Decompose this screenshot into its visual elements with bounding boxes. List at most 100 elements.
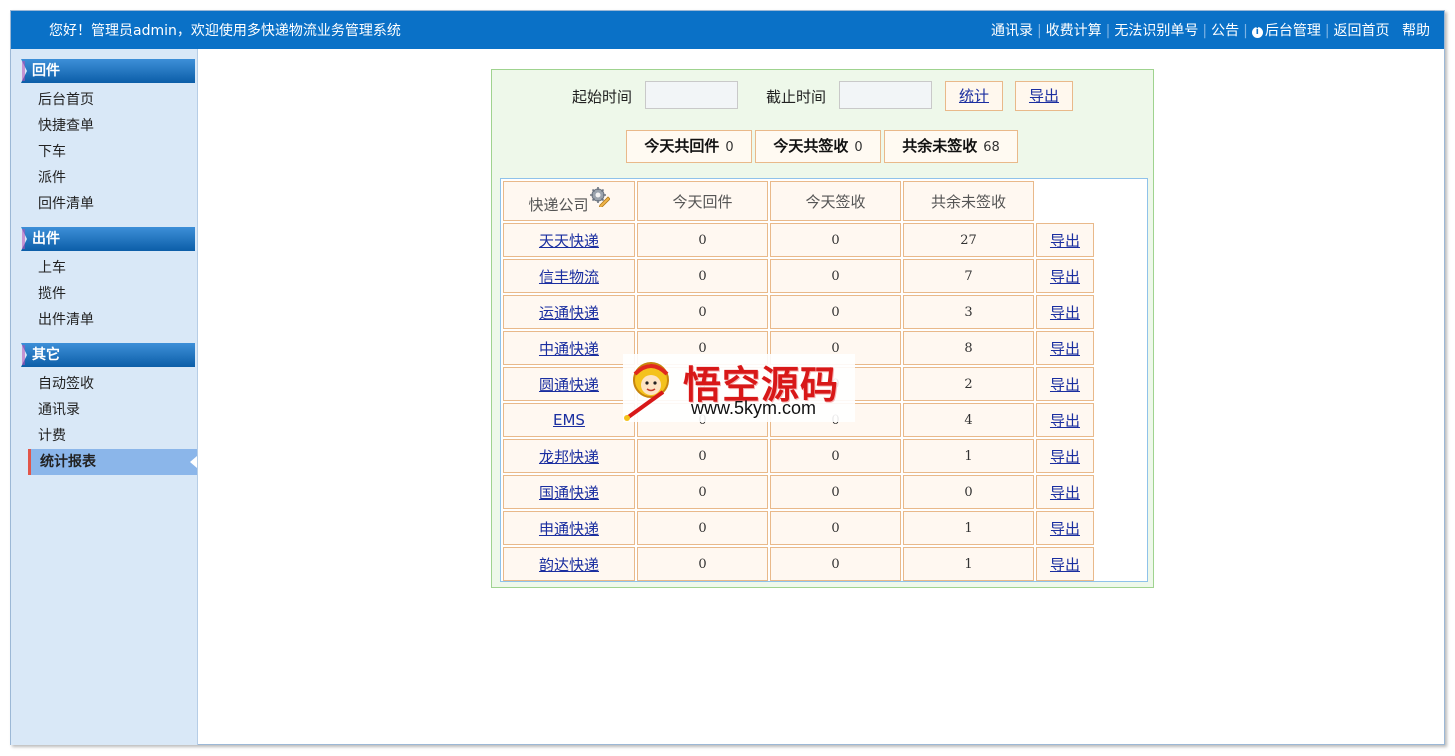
sidebar-item-auto-sign[interactable]: 自动签收 <box>11 371 197 397</box>
report-panel: 起始时间 截止时间 统计 导出 今天共回件 0 今天共签收 0 共余未签收 68 快递… <box>491 69 1154 588</box>
header-unsigned: 共余未签收 <box>903 181 1034 221</box>
row-export-button[interactable]: 导出 <box>1036 259 1094 293</box>
today-signed-cell: 0 <box>770 223 901 257</box>
separator: | <box>1243 23 1248 39</box>
today-return-cell: 0 <box>637 475 768 509</box>
help-link[interactable]: 帮助 <box>1402 23 1430 39</box>
today-signed-cell: 0 <box>770 439 901 473</box>
filter-bar: 起始时间 截止时间 统计 导出 <box>492 81 1153 113</box>
sidebar-item-outgoing-list[interactable]: 出件清单 <box>11 307 197 333</box>
company-link[interactable]: 龙邦快递 <box>503 439 635 473</box>
row-export-button[interactable]: 导出 <box>1036 439 1094 473</box>
stat-button[interactable]: 统计 <box>945 81 1003 111</box>
app-window: 您好！管理员admin，欢迎使用多快递物流业务管理系统 通讯录 | 收费计算 | 无法识… <box>10 10 1445 745</box>
contacts-link[interactable]: 通讯录 <box>991 23 1033 39</box>
header-company: 快递公司 <box>503 181 635 221</box>
table-row: 龙邦快递 0 0 1 导出 <box>503 439 1094 473</box>
today-return-cell: 0 <box>637 223 768 257</box>
sidebar-item-return-list[interactable]: 回件清单 <box>11 191 197 217</box>
row-export-button[interactable]: 导出 <box>1036 547 1094 581</box>
unsigned-cell: 3 <box>903 295 1034 329</box>
today-return-cell: 0 <box>637 259 768 293</box>
unrecognized-link[interactable]: 无法识别单号 <box>1114 23 1198 39</box>
header-blank <box>1036 181 1094 221</box>
separator <box>1394 23 1398 39</box>
row-export-button[interactable]: 导出 <box>1036 223 1094 257</box>
today-return-summary: 今天共回件 0 <box>626 130 752 163</box>
separator: | <box>1105 23 1111 39</box>
home-link[interactable]: 返回首页 <box>1334 23 1390 39</box>
row-export-button[interactable]: 导出 <box>1036 367 1094 401</box>
start-time-label: 起始时间 <box>572 88 633 106</box>
company-link[interactable]: 国通快递 <box>503 475 635 509</box>
welcome-text: 您好！管理员admin，欢迎使用多快递物流业务管理系统 <box>49 23 401 39</box>
section-return[interactable]: 回件 <box>21 59 195 83</box>
menu-other: 自动签收 通讯录 计费 统计报表 <box>11 367 197 485</box>
settings-icon[interactable] <box>589 187 611 211</box>
today-signed-cell: 0 <box>770 511 901 545</box>
remaining-summary: 共余未签收 68 <box>884 130 1018 163</box>
today-return-cell: 0 <box>637 511 768 545</box>
unsigned-cell: 1 <box>903 547 1034 581</box>
fee-calc-link[interactable]: 收费计算 <box>1046 23 1102 39</box>
end-time-input[interactable] <box>839 81 932 109</box>
export-all-button[interactable]: 导出 <box>1015 81 1073 111</box>
admin-link[interactable]: 后台管理 <box>1265 23 1321 39</box>
company-link[interactable]: 运通快递 <box>503 295 635 329</box>
today-signed-cell: 0 <box>770 475 901 509</box>
notice-link[interactable]: 公告 <box>1211 23 1239 39</box>
header-today-return: 今天回件 <box>637 181 768 221</box>
today-signed-label: 今天共签收 <box>773 137 849 155</box>
company-link[interactable]: 中通快递 <box>503 331 635 365</box>
sidebar-item-dispatch[interactable]: 派件 <box>11 165 197 191</box>
header-company-label: 快递公司 <box>528 196 589 214</box>
sidebar-item-quick-search[interactable]: 快捷查单 <box>11 113 197 139</box>
today-return-value: 0 <box>725 140 734 155</box>
section-other[interactable]: 其它 <box>21 343 195 367</box>
unsigned-cell: 2 <box>903 367 1034 401</box>
unsigned-cell: 27 <box>903 223 1034 257</box>
sidebar-item-pickup[interactable]: 揽件 <box>11 281 197 307</box>
section-outgoing[interactable]: 出件 <box>21 227 195 251</box>
sidebar-item-report[interactable]: 统计报表 <box>28 449 197 475</box>
today-signed-summary: 今天共签收 0 <box>755 130 881 163</box>
start-time-input[interactable] <box>645 81 738 109</box>
row-export-button[interactable]: 导出 <box>1036 295 1094 329</box>
row-export-button[interactable]: 导出 <box>1036 511 1094 545</box>
separator: | <box>1202 23 1208 39</box>
sidebar: 回件 后台首页 快捷查单 下车 派件 回件清单 出件 上车 揽件 出件清单 其它… <box>11 49 198 745</box>
table-row: 韵达快递 0 0 1 导出 <box>503 547 1094 581</box>
company-link[interactable]: EMS <box>503 403 635 437</box>
top-links: 通讯录 | 收费计算 | 无法识别单号 | 公告 | i 后台管理 | 返回首页 帮助 <box>991 20 1430 40</box>
end-time-label: 截止时间 <box>766 88 827 106</box>
company-link[interactable]: 圆通快递 <box>503 367 635 401</box>
company-link[interactable]: 申通快递 <box>503 511 635 545</box>
company-link[interactable]: 天天快递 <box>503 223 635 257</box>
company-link[interactable]: 韵达快递 <box>503 547 635 581</box>
table-row: 运通快递 0 0 3 导出 <box>503 295 1094 329</box>
menu-return: 后台首页 快捷查单 下车 派件 回件清单 <box>11 83 197 227</box>
sidebar-item-unload[interactable]: 下车 <box>11 139 197 165</box>
sidebar-item-billing[interactable]: 计费 <box>11 423 197 449</box>
row-export-button[interactable]: 导出 <box>1036 403 1094 437</box>
today-signed-cell: 0 <box>770 259 901 293</box>
table-header-row: 快递公司 今天回件 今天签收 共余未签收 <box>503 181 1094 221</box>
monkey-logo-icon <box>624 362 669 421</box>
watermark: 悟空源码 www.5kym.com <box>623 354 855 422</box>
table-row: 信丰物流 0 0 7 导出 <box>503 259 1094 293</box>
today-return-label: 今天共回件 <box>644 137 720 155</box>
row-export-button[interactable]: 导出 <box>1036 331 1094 365</box>
sidebar-item-contacts[interactable]: 通讯录 <box>11 397 197 423</box>
sidebar-item-load[interactable]: 上车 <box>11 255 197 281</box>
separator: | <box>1324 23 1330 39</box>
company-link[interactable]: 信丰物流 <box>503 259 635 293</box>
unsigned-cell: 1 <box>903 439 1034 473</box>
table-row: 天天快递 0 0 27 导出 <box>503 223 1094 257</box>
watermark-url: www.5kym.com <box>691 398 817 418</box>
unsigned-cell: 8 <box>903 331 1034 365</box>
info-icon: i <box>1251 27 1263 38</box>
sidebar-item-dashboard[interactable]: 后台首页 <box>11 87 197 113</box>
today-signed-cell: 0 <box>770 295 901 329</box>
remaining-value: 68 <box>983 140 1000 155</box>
row-export-button[interactable]: 导出 <box>1036 475 1094 509</box>
